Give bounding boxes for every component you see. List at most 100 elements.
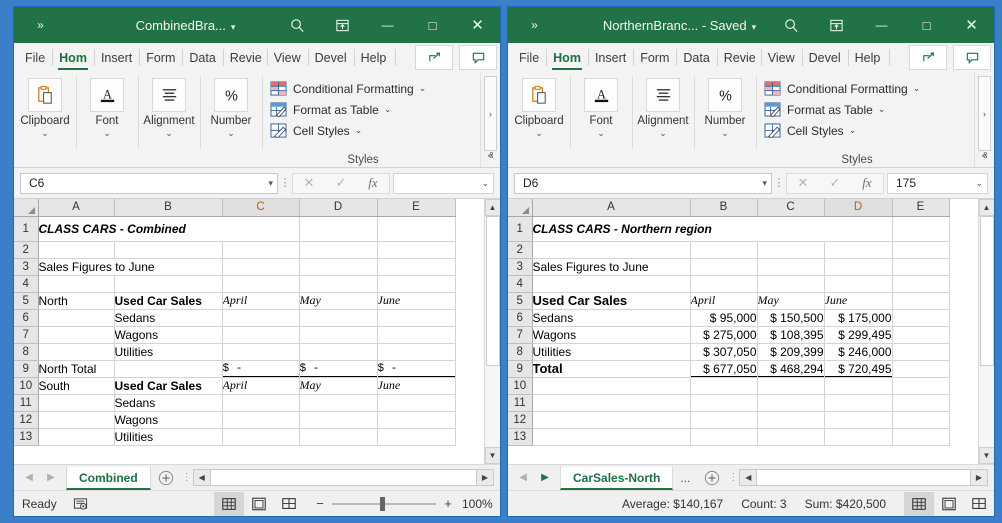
close-button[interactable]: ✕ xyxy=(949,7,994,43)
enter-formula-icon[interactable]: ✓ xyxy=(325,175,357,191)
column-header-a[interactable]: A xyxy=(532,199,691,217)
minimize-button[interactable]: — xyxy=(859,7,904,43)
cancel-formula-icon[interactable]: ✕ xyxy=(293,175,325,191)
name-box[interactable]: C6 ▾ xyxy=(20,172,278,194)
cell-c2[interactable] xyxy=(757,241,825,259)
maximize-button[interactable]: □ xyxy=(904,7,949,43)
add-sheet-button[interactable] xyxy=(151,465,181,490)
cell-c10[interactable] xyxy=(757,377,825,395)
cell-b11[interactable]: Sedans xyxy=(114,394,223,412)
cell-c13[interactable] xyxy=(757,428,825,446)
scroll-down-icon[interactable]: ▼ xyxy=(484,447,500,464)
chevron-down-icon[interactable]: ⌄ xyxy=(659,128,667,138)
cell-b2[interactable] xyxy=(114,241,223,259)
ribbon-group-font[interactable]: A Font ⌄ xyxy=(76,72,138,167)
ribbon-group-alignment[interactable]: Alignment ⌄ xyxy=(138,72,200,167)
quick-access-toolbar-overflow[interactable]: » xyxy=(14,18,66,32)
cell-d1[interactable] xyxy=(299,216,378,242)
minimize-button[interactable]: — xyxy=(365,7,410,43)
cell-e10[interactable] xyxy=(892,377,950,395)
cell-b2[interactable] xyxy=(690,241,758,259)
cell-a4[interactable] xyxy=(532,275,691,293)
ribbon-tab-formulas[interactable]: Form xyxy=(139,43,182,72)
cell-b13[interactable]: Utilities xyxy=(114,428,223,446)
cell-a12[interactable] xyxy=(38,411,115,429)
row-header-5[interactable]: 5 xyxy=(14,292,39,310)
hscroll-right-icon[interactable]: ▶ xyxy=(970,469,988,486)
row-header-1[interactable]: 1 xyxy=(14,216,39,242)
vertical-scroll-thumb[interactable] xyxy=(485,216,500,366)
cell-a7[interactable]: Wagons xyxy=(532,326,691,344)
row-header-3[interactable]: 3 xyxy=(14,258,39,276)
format-as-table-button[interactable]: Format as Table ⌄ xyxy=(764,99,974,120)
cell-c6[interactable] xyxy=(222,309,300,327)
ribbon-tab-developer[interactable]: Devel xyxy=(307,43,354,72)
excel-window-combined[interactable]: » CombinedBra... ▾ — □ ✕ File Hom Insert … xyxy=(13,6,501,517)
percent-icon[interactable]: % xyxy=(708,78,742,112)
sheet-tab-carsales-north[interactable]: CarSales-North xyxy=(560,465,674,490)
sheet-tab-overflow[interactable]: ... xyxy=(673,465,697,490)
title-caret-icon[interactable]: ▾ xyxy=(231,22,236,32)
ribbon-display-options-icon[interactable] xyxy=(320,7,365,43)
row-header-11[interactable]: 11 xyxy=(14,394,39,412)
cell-b8[interactable]: Utilities xyxy=(114,343,223,361)
cell-e2[interactable] xyxy=(377,241,456,259)
zoom-percentage[interactable]: 100% xyxy=(462,497,500,511)
column-header-e[interactable]: E xyxy=(892,199,950,217)
cell-d13[interactable] xyxy=(824,428,893,446)
ribbon-tab-review[interactable]: Revie xyxy=(222,43,267,72)
cell-b10[interactable] xyxy=(690,377,758,395)
chevron-down-icon[interactable]: ⌄ xyxy=(41,128,49,138)
cell-d6[interactable]: $ 175,000 xyxy=(824,309,893,327)
chevron-down-icon[interactable]: ⌄ xyxy=(878,104,886,115)
cell-c8[interactable] xyxy=(222,343,300,361)
cell-a10[interactable]: South xyxy=(38,377,115,395)
cell-e6[interactable] xyxy=(377,309,456,327)
cell-e3[interactable] xyxy=(892,258,950,276)
status-count[interactable]: Count: 3 xyxy=(741,497,786,511)
cell-b5[interactable]: April xyxy=(690,292,758,310)
alignment-icon[interactable] xyxy=(646,78,680,112)
cell-a11[interactable] xyxy=(38,394,115,412)
cell-b13[interactable] xyxy=(690,428,758,446)
maximize-button[interactable]: □ xyxy=(410,7,455,43)
cell-styles-button[interactable]: Cell Styles ⌄ xyxy=(270,120,480,141)
worksheet-grid[interactable]: A B C D E 1 CLASS CARS - Northern region… xyxy=(508,199,978,464)
chevron-down-icon[interactable]: ⌄ xyxy=(597,128,605,138)
cell-d5[interactable]: May xyxy=(299,292,378,310)
cell-a9[interactable]: Total xyxy=(532,360,691,378)
horizontal-scroll-track[interactable] xyxy=(757,469,970,486)
hscroll-left-icon[interactable]: ◀ xyxy=(739,469,758,486)
cell-c12[interactable] xyxy=(222,411,300,429)
normal-view-button[interactable] xyxy=(214,491,244,516)
cell-d9[interactable]: $ - xyxy=(299,359,378,378)
cell-a4[interactable] xyxy=(38,275,115,293)
cell-a2[interactable] xyxy=(532,241,691,259)
cell-e1[interactable] xyxy=(377,216,456,242)
row-header-4[interactable]: 4 xyxy=(14,275,39,293)
sheet-prev-icon[interactable]: ◀ xyxy=(18,472,40,483)
cell-b10[interactable]: Used Car Sales xyxy=(114,377,223,395)
cell-e3[interactable] xyxy=(377,258,456,276)
horizontal-scroll-track[interactable] xyxy=(210,469,476,486)
ribbon-tab-home[interactable]: Hom xyxy=(52,43,94,72)
conditional-formatting-button[interactable]: Conditional Formatting ⌄ xyxy=(764,78,974,99)
cell-e11[interactable] xyxy=(892,394,950,412)
row-header-3[interactable]: 3 xyxy=(508,258,533,276)
cell-c9[interactable]: $ 468,294 xyxy=(757,359,825,378)
cell-b4[interactable] xyxy=(114,275,223,293)
sheet-prev-icon[interactable]: ◀ xyxy=(512,472,534,483)
chevron-down-icon[interactable]: ⌄ xyxy=(721,128,729,138)
row-header-8[interactable]: 8 xyxy=(14,343,39,361)
row-header-4[interactable]: 4 xyxy=(508,275,533,293)
scroll-up-icon[interactable]: ▲ xyxy=(978,199,994,216)
cell-d8[interactable] xyxy=(299,343,378,361)
chevron-down-icon[interactable]: ⌄ xyxy=(227,128,235,138)
row-header-13[interactable]: 13 xyxy=(508,428,533,446)
expand-formula-bar-icon[interactable]: ⌄ xyxy=(481,178,489,189)
cell-e4[interactable] xyxy=(377,275,456,293)
ribbon-group-number[interactable]: % Number ⌄ xyxy=(200,72,262,167)
cell-d7[interactable]: $ 299,495 xyxy=(824,326,893,344)
title-caret-icon[interactable]: ▾ xyxy=(752,22,757,32)
cell-c11[interactable] xyxy=(757,394,825,412)
